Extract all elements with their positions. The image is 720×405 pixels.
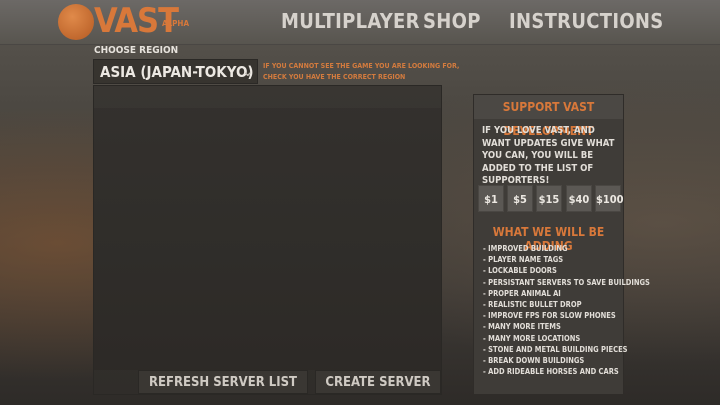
top-navigation-bar: VAST ALPHA MULTIPLAYER SHOP INSTRUCTIONS xyxy=(0,0,720,45)
create-server-button[interactable]: CREATE SERVER xyxy=(315,370,441,394)
donate-40-button[interactable]: $40 xyxy=(566,185,592,212)
support-description: IF YOU LOVE VAST, AND WANT UPDATES GIVE … xyxy=(482,125,615,186)
server-list[interactable] xyxy=(94,108,441,370)
choose-region-label: CHOOSE REGION xyxy=(94,45,179,56)
nav-instructions[interactable]: INSTRUCTIONS xyxy=(509,9,664,33)
donate-100-button[interactable]: $100 xyxy=(595,185,624,212)
donate-15-button[interactable]: $15 xyxy=(536,185,562,212)
feature-item: - IMPROVED BUILDING xyxy=(483,244,568,253)
logo-emblem-icon xyxy=(58,4,94,40)
region-dropdown[interactable]: ASIA (JAPAN-TOKYO) ⌄ xyxy=(93,59,258,84)
region-hint-line: CHECK YOU HAVE THE CORRECT REGION xyxy=(263,73,406,81)
feature-item: - BREAK DOWN BUILDINGS xyxy=(483,356,585,366)
region-hint-text: IF YOU CANNOT SEE THE GAME YOU ARE LOOKI… xyxy=(263,61,463,83)
chevron-down-icon: ⌄ xyxy=(242,64,253,80)
nav-shop[interactable]: SHOP xyxy=(423,9,481,33)
feature-item: - PERSISTANT SERVERS TO SAVE BUILDINGS xyxy=(483,277,650,287)
feature-item: - PLAYER NAME TAGS xyxy=(483,255,564,265)
region-hint-line: IF YOU CANNOT SEE THE GAME YOU ARE LOOKI… xyxy=(263,62,460,70)
nav-multiplayer[interactable]: MULTIPLAYER xyxy=(281,9,420,33)
feature-item: - REALISTIC BULLET DROP xyxy=(483,300,582,310)
feature-item: - STONE AND METAL BUILDING PIECES xyxy=(483,344,628,354)
server-list-panel xyxy=(93,85,442,395)
vast-logo[interactable]: VAST ALPHA xyxy=(58,1,198,41)
upcoming-features-list: - IMPROVED BUILDING - PLAYER NAME TAGS -… xyxy=(483,243,650,377)
support-panel: SUPPORT VAST DEVELOPMENT IF YOU LOVE VAS… xyxy=(473,94,650,395)
refresh-server-list-button[interactable]: REFRESH SERVER LIST xyxy=(138,370,308,394)
feature-item: - LOCKABLE DOORS xyxy=(483,266,557,276)
feature-item: - ADD RIDEABLE HORSES AND CARS xyxy=(483,367,619,377)
feature-item: - IMPROVE FPS FOR SLOW PHONES xyxy=(483,311,616,321)
alpha-badge: ALPHA xyxy=(162,19,190,28)
feature-item: - MANY MORE LOCATIONS xyxy=(483,333,581,343)
support-title: SUPPORT VAST DEVELOPMENT xyxy=(474,95,623,138)
feature-item: - PROPER ANIMAL AI xyxy=(483,288,561,298)
feature-item: - MANY MORE ITEMS xyxy=(483,322,561,332)
donate-5-button[interactable]: $5 xyxy=(507,185,533,212)
donate-1-button[interactable]: $1 xyxy=(478,185,504,212)
region-selected-value: ASIA (JAPAN-TOKYO) xyxy=(100,63,254,81)
